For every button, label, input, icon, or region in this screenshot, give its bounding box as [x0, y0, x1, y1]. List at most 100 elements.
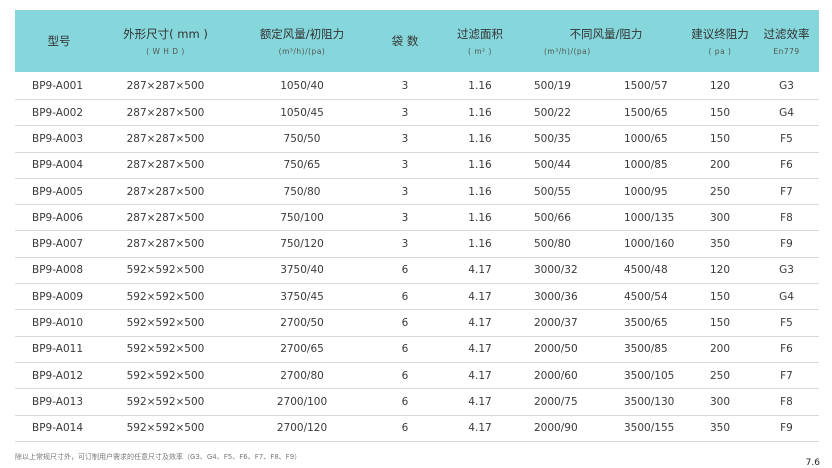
cell-final-resistance: 200: [686, 152, 754, 179]
cell-efficiency: F5: [754, 309, 819, 337]
header-varied-airflow: 不同风量/阻力 (m³/h)/(pa): [526, 10, 686, 72]
cell-efficiency: G4: [754, 283, 819, 311]
cell-efficiency: G3: [754, 257, 819, 285]
cell-size: 287×287×500: [103, 152, 228, 179]
cell-rated-airflow: 2700/120: [228, 415, 376, 442]
header-bags: 袋 数: [376, 10, 434, 72]
cell-filter-area: 4.17: [434, 336, 526, 363]
cell-filter-area: 1.16: [434, 204, 526, 232]
cell-airflow-high: 1500/65: [616, 99, 686, 127]
cell-rated-airflow: 750/100: [228, 204, 376, 232]
table-row: BP9-A013 592×592×500 2700/100 6 4.17 2000/75 3…: [15, 388, 819, 416]
cell-final-resistance: 300: [686, 204, 754, 232]
cell-airflow-low: 500/19: [526, 72, 616, 100]
cell-size: 592×592×500: [103, 362, 228, 390]
cell-airflow-low: 500/44: [526, 152, 616, 179]
cell-efficiency: F9: [754, 415, 819, 442]
cell-final-resistance: 150: [686, 99, 754, 127]
cell-airflow-low: 2000/90: [526, 415, 616, 442]
cell-airflow-high: 3500/155: [616, 415, 686, 442]
cell-final-resistance: 150: [686, 125, 754, 153]
cell-model: BP9-A011: [15, 336, 103, 363]
cell-rated-airflow: 2700/100: [228, 388, 376, 416]
header-model: 型号: [15, 10, 103, 72]
header-efficiency: 过滤效率 En779: [754, 10, 819, 72]
cell-airflow-high: 3500/105: [616, 362, 686, 390]
cell-airflow-high: 4500/48: [616, 257, 686, 285]
cell-model: BP9-A010: [15, 309, 103, 337]
cell-airflow-low: 2000/37: [526, 309, 616, 337]
cell-rated-airflow: 1050/45: [228, 99, 376, 127]
cell-bags: 6: [376, 309, 434, 337]
cell-airflow-low: 3000/36: [526, 283, 616, 311]
cell-model: BP9-A002: [15, 99, 103, 127]
cell-rated-airflow: 750/120: [228, 230, 376, 258]
cell-filter-area: 1.16: [434, 72, 526, 100]
cell-size: 287×287×500: [103, 72, 228, 100]
cell-efficiency: F7: [754, 178, 819, 206]
cell-filter-area: 4.17: [434, 309, 526, 337]
cell-final-resistance: 200: [686, 336, 754, 363]
cell-airflow-low: 3000/32: [526, 257, 616, 285]
cell-efficiency: F5: [754, 125, 819, 153]
table-row: BP9-A010 592×592×500 2700/50 6 4.17 2000/37 35…: [15, 309, 819, 337]
cell-final-resistance: 250: [686, 178, 754, 206]
cell-size: 592×592×500: [103, 388, 228, 416]
cell-filter-area: 4.17: [434, 283, 526, 311]
cell-bags: 3: [376, 99, 434, 127]
cell-airflow-high: 1500/57: [616, 72, 686, 100]
cell-size: 592×592×500: [103, 257, 228, 285]
cell-efficiency: F6: [754, 152, 819, 179]
cell-final-resistance: 250: [686, 362, 754, 390]
cell-final-resistance: 300: [686, 388, 754, 416]
cell-airflow-low: 500/66: [526, 204, 616, 232]
cell-filter-area: 1.16: [434, 125, 526, 153]
cell-airflow-high: 4500/54: [616, 283, 686, 311]
table-row: BP9-A002 287×287×500 1050/45 3 1.16 500/22 150…: [15, 99, 819, 127]
cell-filter-area: 4.17: [434, 362, 526, 390]
cell-efficiency: F8: [754, 204, 819, 232]
cell-efficiency: G3: [754, 72, 819, 100]
cell-airflow-high: 3500/85: [616, 336, 686, 363]
cell-model: BP9-A013: [15, 388, 103, 416]
spec-table-container: 型号 外形尺寸( mm )( W H D ) 额定风量/初阻力 (m³/h)/(p…: [15, 10, 819, 442]
table-row: BP9-A004 287×287×500 750/65 3 1.16 500/44 1000…: [15, 152, 819, 179]
cell-size: 592×592×500: [103, 283, 228, 311]
cell-airflow-high: 1000/95: [616, 178, 686, 206]
cell-bags: 6: [376, 257, 434, 285]
corner-mark: 7.6: [805, 458, 820, 468]
cell-airflow-low: 500/22: [526, 99, 616, 127]
cell-bags: 3: [376, 152, 434, 179]
cell-rated-airflow: 3750/40: [228, 257, 376, 285]
cell-final-resistance: 150: [686, 283, 754, 311]
cell-bags: 6: [376, 336, 434, 363]
cell-model: BP9-A006: [15, 204, 103, 232]
cell-efficiency: F7: [754, 362, 819, 390]
cell-airflow-high: 3500/65: [616, 309, 686, 337]
cell-model: BP9-A003: [15, 125, 103, 153]
cell-airflow-low: 2000/50: [526, 336, 616, 363]
cell-model: BP9-A014: [15, 415, 103, 442]
cell-final-resistance: 150: [686, 309, 754, 337]
cell-final-resistance: 350: [686, 415, 754, 442]
cell-size: 287×287×500: [103, 99, 228, 127]
cell-rated-airflow: 2700/50: [228, 309, 376, 337]
cell-size: 592×592×500: [103, 415, 228, 442]
cell-bags: 6: [376, 362, 434, 390]
cell-airflow-low: 2000/75: [526, 388, 616, 416]
cell-efficiency: F6: [754, 336, 819, 363]
cell-bags: 6: [376, 415, 434, 442]
table-row: BP9-A011 592×592×500 2700/65 6 4.17 2000/50 35…: [15, 336, 819, 363]
table-header-row: 型号 外形尺寸( mm )( W H D ) 额定风量/初阻力 (m³/h)/(p…: [15, 10, 819, 72]
cell-airflow-high: 1000/85: [616, 152, 686, 179]
cell-rated-airflow: 750/80: [228, 178, 376, 206]
cell-bags: 6: [376, 283, 434, 311]
cell-bags: 3: [376, 178, 434, 206]
cell-bags: 3: [376, 204, 434, 232]
cell-airflow-low: 500/80: [526, 230, 616, 258]
cell-size: 287×287×500: [103, 204, 228, 232]
cell-airflow-high: 1000/65: [616, 125, 686, 153]
cell-size: 592×592×500: [103, 309, 228, 337]
cell-filter-area: 1.16: [434, 178, 526, 206]
cell-final-resistance: 350: [686, 230, 754, 258]
